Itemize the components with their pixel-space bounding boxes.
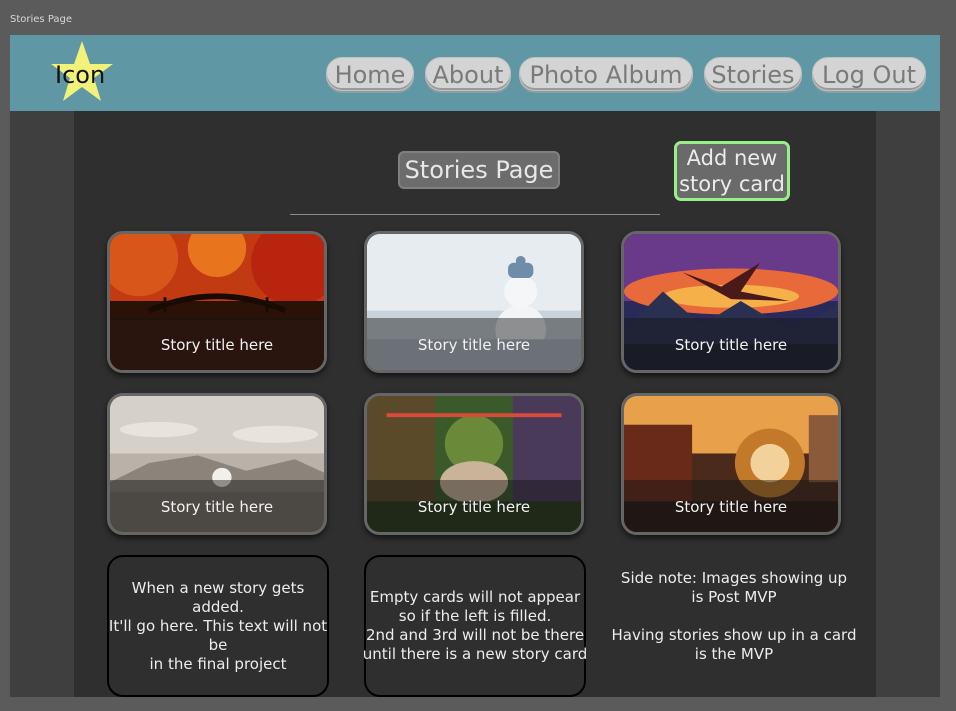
logo-text: Icon [55,61,106,89]
side-note-line: Side note: Images showing up [620,569,848,587]
note-text: When a new story gets [131,578,305,597]
nav-about-button[interactable]: About [425,57,511,91]
page-frame: Icon Home About Photo Album Stories Log … [10,35,940,697]
note-text: be [208,635,228,654]
note-text: It'll go here. This text will not [108,616,328,635]
note-text: in the final project [149,654,287,673]
side-note-line [602,607,866,626]
story-card[interactable]: Story title here [107,393,327,535]
story-title: Story title here [160,336,274,354]
main-content: Stories Page Add new story card Story ti… [74,111,876,697]
story-title: Story title here [674,336,788,354]
story-title: Story title here [160,498,274,516]
side-note-line: Having stories show up in a card [611,626,857,644]
header: Icon Home About Photo Album Stories Log … [10,35,940,111]
logo[interactable]: Icon [50,40,114,102]
story-card[interactable]: Story title here [621,231,841,373]
side-note-line: is the MVP [694,645,774,663]
note-text: until there is a new story card [362,645,588,663]
note-text: so if the left is filled. [398,607,552,625]
note-text: added. [192,597,244,616]
story-title: Story title here [417,336,531,354]
add-button-line-2: story card [679,172,785,196]
nav-home-button[interactable]: Home [326,57,414,91]
side-note-line: is Post MVP [691,588,777,606]
note-text: Empty cards will not appear [369,588,581,606]
add-story-card-button[interactable]: Add new story card [674,141,790,201]
page-title: Stories Page [398,151,560,189]
placeholder-story-card: Empty cards will not appear so if the le… [362,555,588,697]
story-card[interactable]: Story title here [364,393,584,535]
nav-stories-button[interactable]: Stories [704,57,802,91]
nav-photo-album-button[interactable]: Photo Album [519,57,693,91]
divider [290,214,660,215]
story-title: Story title here [674,498,788,516]
frame-label: Stories Page [10,14,73,25]
note-text: 2nd and 3rd will not be there [365,626,585,644]
side-note: Side note: Images showing up is Post MVP… [602,569,866,664]
story-card[interactable]: Story title here [364,231,584,373]
story-card[interactable]: Story title here [107,231,327,373]
story-title: Story title here [417,498,531,516]
nav-logout-button[interactable]: Log Out [812,57,926,91]
placeholder-story-card: When a new story gets added. It'll go he… [107,555,329,697]
story-card[interactable]: Story title here [621,393,841,535]
add-button-line-1: Add new [686,146,778,170]
